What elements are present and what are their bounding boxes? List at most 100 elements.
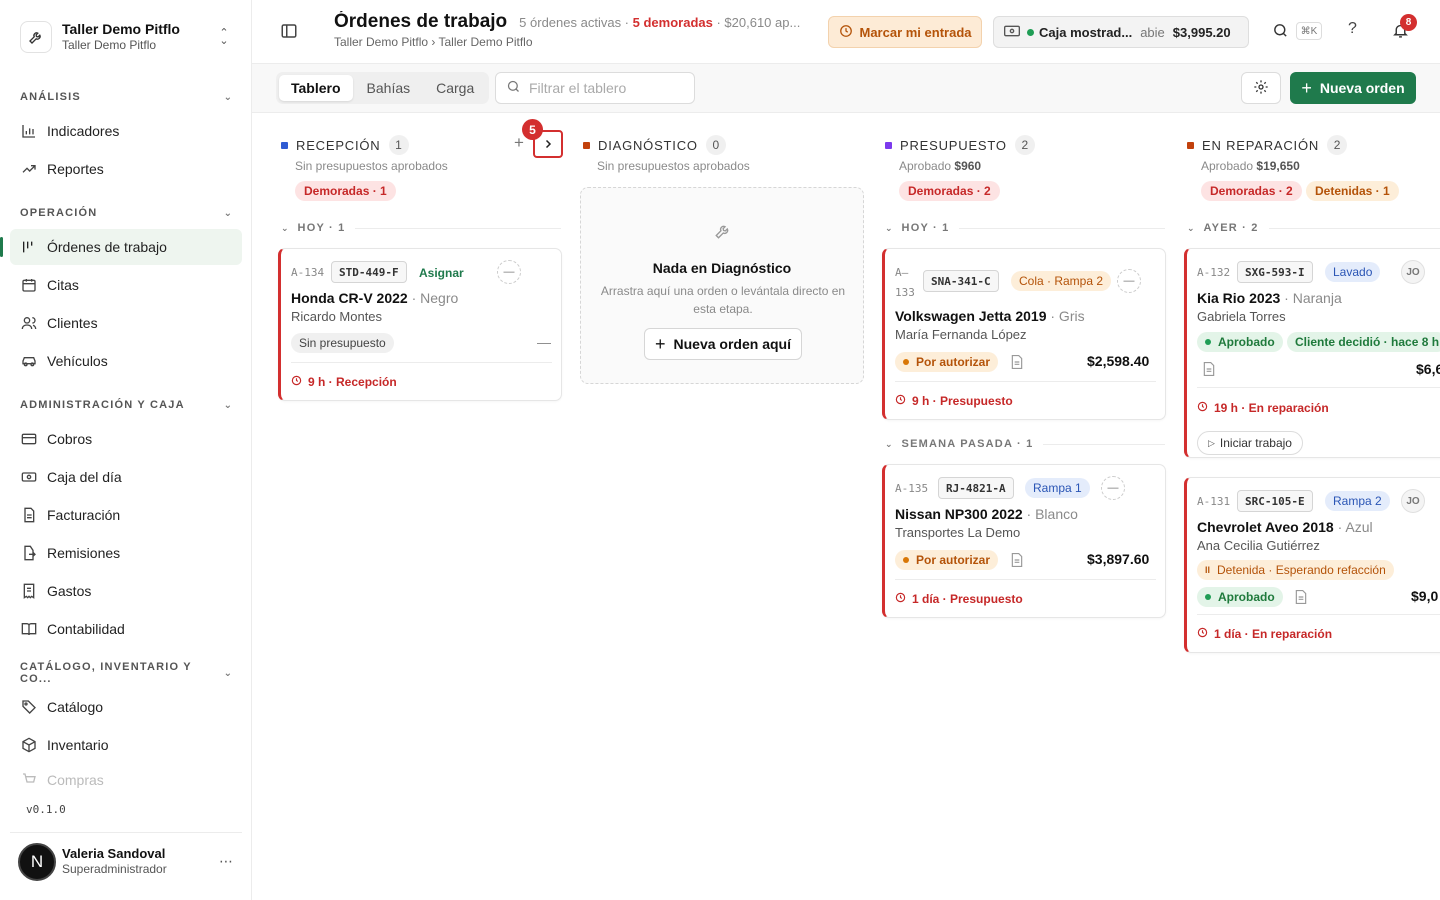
cash-register-selector[interactable]: Caja mostrad... abie $3,995.20 bbox=[993, 16, 1249, 48]
bay-badge: Rampa 1 bbox=[1025, 478, 1090, 498]
document-icon[interactable] bbox=[1295, 590, 1307, 604]
assign-tech-avatar[interactable]: — bbox=[1117, 269, 1141, 293]
order-card[interactable]: A-132 SXG-593-I Lavado JO Kia Rio 2023 ·… bbox=[1184, 248, 1440, 458]
group-label: HOY · 1 bbox=[901, 222, 950, 234]
on-hold-chip[interactable]: Detenidas · 1 bbox=[1306, 181, 1399, 201]
tab-bahias[interactable]: Bahías bbox=[355, 75, 423, 101]
section-operacion[interactable]: OPERACIÓN ⌄ bbox=[10, 202, 242, 224]
status-label: Por autorizar bbox=[916, 553, 991, 567]
order-amount: $6,6 bbox=[1416, 361, 1440, 377]
sidebar-item-clientes[interactable]: Clientes bbox=[10, 305, 242, 341]
sidebar-item-facturacion[interactable]: Facturación bbox=[10, 497, 242, 533]
technician-avatar[interactable]: JO bbox=[1401, 260, 1425, 284]
sidebar-item-contabilidad[interactable]: Contabilidad bbox=[10, 611, 242, 647]
column-header-presupuesto: PRESUPUESTO 2 bbox=[885, 135, 1035, 155]
delayed-chip[interactable]: Demoradas · 1 bbox=[295, 181, 396, 201]
order-card[interactable]: A-135 RJ-4821-A Rampa 1 — Nissan NP300 2… bbox=[882, 464, 1166, 618]
group-header[interactable]: ⌄ HOY · 1 bbox=[281, 222, 561, 234]
order-card[interactable]: A-134 STD-449-F Asignar — Honda CR-V 202… bbox=[278, 248, 562, 401]
divider bbox=[355, 227, 561, 229]
amount-placeholder: — bbox=[537, 334, 551, 350]
customer-name: Ricardo Montes bbox=[291, 309, 383, 324]
section-label: ADMINISTRACIÓN Y CAJA bbox=[20, 399, 185, 411]
sidebar-item-catalogo[interactable]: Catálogo bbox=[10, 689, 242, 725]
order-card[interactable]: A-131 SRC-105-E Rampa 2 JO Chevrolet Ave… bbox=[1184, 477, 1440, 653]
add-order-icon[interactable]: + bbox=[514, 133, 524, 153]
new-order-button[interactable]: + Nueva orden bbox=[1290, 72, 1416, 104]
section-analisis[interactable]: ANÁLISIS ⌄ bbox=[10, 86, 242, 108]
technician-avatar[interactable]: JO bbox=[1401, 489, 1425, 513]
time-label: 9 h · Recepción bbox=[308, 375, 397, 389]
chevron-updown-icon: ⌃ ⌄ bbox=[219, 27, 229, 47]
document-icon[interactable] bbox=[1011, 355, 1023, 369]
status-dot bbox=[903, 557, 909, 563]
vehicle-model: Nissan NP300 2022 bbox=[895, 506, 1023, 522]
clock-in-button[interactable]: Marcar mi entrada bbox=[828, 16, 982, 48]
sidebar-item-vehiculos[interactable]: Vehículos bbox=[10, 343, 242, 379]
new-order-here-button[interactable]: + Nueva orden aquí bbox=[644, 328, 802, 360]
vehicle-name: Kia Rio 2023 · Naranja bbox=[1197, 290, 1342, 306]
document-icon[interactable] bbox=[1203, 362, 1215, 376]
breadcrumb[interactable]: Taller Demo Pitflo › Taller Demo Pitflo bbox=[334, 35, 824, 49]
search-icon[interactable] bbox=[1272, 22, 1290, 40]
delayed-chip[interactable]: Demoradas · 2 bbox=[899, 181, 1000, 201]
sidebar-item-inventario[interactable]: Inventario bbox=[10, 727, 242, 763]
plus-icon: + bbox=[655, 333, 666, 354]
sidebar-item-label: Vehículos bbox=[47, 353, 108, 369]
car-icon bbox=[20, 353, 37, 370]
sidebar-item-caja[interactable]: Caja del día bbox=[10, 459, 242, 495]
cash-icon bbox=[1004, 25, 1020, 40]
time-in-stage: 1 día · En reparación bbox=[1197, 627, 1332, 641]
start-work-button[interactable]: ▷ Iniciar trabajo bbox=[1197, 431, 1303, 455]
license-plate: SNA-341-C bbox=[923, 270, 999, 292]
sidebar-item-compras[interactable]: Compras bbox=[10, 765, 242, 795]
order-id-line: 133 bbox=[895, 286, 915, 299]
help-icon[interactable]: ? bbox=[1348, 20, 1357, 38]
more-icon[interactable]: ⋯ bbox=[219, 853, 234, 870]
section-catalogo[interactable]: CATÁLOGO, INVENTARIO Y CO... ⌄ bbox=[10, 661, 242, 685]
delayed-chip[interactable]: Demoradas · 2 bbox=[1201, 181, 1302, 201]
chevron-down-icon: ⌄ bbox=[223, 207, 232, 219]
tab-tablero[interactable]: Tablero bbox=[279, 75, 353, 101]
user-menu[interactable]: N Valeria Sandoval Superadministrador ⋯ bbox=[10, 832, 242, 890]
assign-tech-avatar[interactable]: — bbox=[1101, 476, 1125, 500]
divider bbox=[895, 381, 1156, 382]
sidebar-item-label: Cobros bbox=[47, 431, 93, 447]
workspace-switcher[interactable]: Taller Demo Pitflo Taller Demo Pitflo ⌃ ⌄ bbox=[10, 10, 242, 64]
column-subtitle: Sin presupuestos aprobados bbox=[295, 159, 448, 173]
plus-icon: + bbox=[1301, 77, 1312, 98]
empty-column-dropzone[interactable]: Nada en Diagnóstico Arrastra aquí una or… bbox=[580, 187, 864, 384]
board-settings-button[interactable] bbox=[1241, 72, 1281, 104]
sidebar-item-gastos[interactable]: Gastos bbox=[10, 573, 242, 609]
kanban-board: RECEPCIÓN 1 + 5 Sin presupuestos aprobad… bbox=[252, 113, 1440, 900]
sidebar-item-reportes[interactable]: Reportes bbox=[10, 151, 242, 187]
meta-active: 5 órdenes activas · bbox=[519, 15, 630, 30]
status-badge: Aprobado bbox=[1197, 332, 1283, 352]
shortcut-hint: ⌘K bbox=[1296, 22, 1322, 40]
group-header[interactable]: ⌄ HOY · 1 bbox=[885, 222, 1165, 234]
sidebar-item-indicadores[interactable]: Indicadores bbox=[10, 113, 242, 149]
on-hold-badge: ll Detenida · Esperando refacción bbox=[1197, 560, 1394, 580]
group-label: HOY · 1 bbox=[297, 222, 346, 234]
cash-register-icon bbox=[20, 469, 37, 486]
sidebar-item-citas[interactable]: Citas bbox=[10, 267, 242, 303]
group-header[interactable]: ⌄ AYER · 2 bbox=[1187, 222, 1440, 234]
sidebar-item-ordenes[interactable]: Órdenes de trabajo bbox=[0, 229, 242, 265]
section-administracion[interactable]: ADMINISTRACIÓN Y CAJA ⌄ bbox=[10, 394, 242, 416]
assign-tech-avatar[interactable]: — bbox=[497, 260, 521, 284]
sidebar-item-remisiones[interactable]: Remisiones bbox=[10, 535, 242, 571]
column-header-diagnostico: DIAGNÓSTICO 0 bbox=[583, 135, 726, 155]
divider bbox=[1197, 387, 1440, 388]
group-header[interactable]: ⌄ SEMANA PASADA · 1 bbox=[885, 438, 1165, 450]
filter-input[interactable] bbox=[529, 80, 679, 96]
status-dot bbox=[1205, 339, 1211, 345]
sidebar-item-label: Citas bbox=[47, 277, 79, 293]
assign-link[interactable]: Asignar bbox=[419, 266, 464, 280]
document-icon[interactable] bbox=[1011, 553, 1023, 567]
sidebar-item-cobros[interactable]: Cobros bbox=[10, 421, 242, 457]
tab-carga[interactable]: Carga bbox=[424, 75, 486, 101]
subtitle-amount: $19,650 bbox=[1256, 159, 1300, 173]
sidebar-toggle-icon[interactable] bbox=[280, 22, 300, 42]
sidebar-item-label: Clientes bbox=[47, 315, 98, 331]
order-card[interactable]: A– 133 SNA-341-C Cola · Rampa 2 — Volkswa… bbox=[882, 248, 1166, 420]
